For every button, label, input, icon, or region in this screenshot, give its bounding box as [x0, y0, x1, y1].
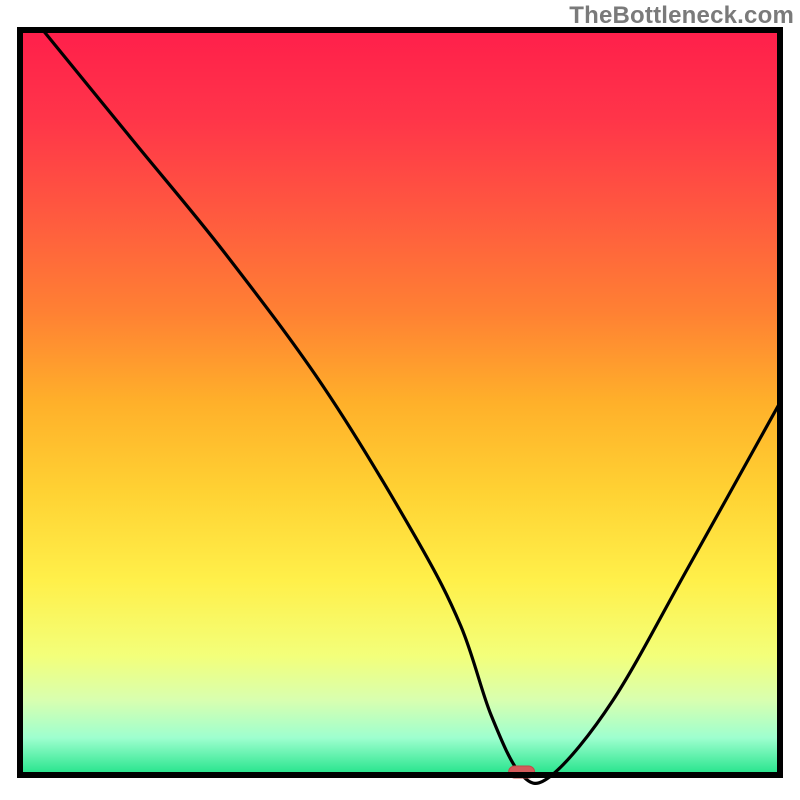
chart-stage: TheBottleneck.com — [0, 0, 800, 800]
bottleneck-plot — [0, 0, 800, 800]
watermark-text: TheBottleneck.com — [569, 2, 794, 30]
